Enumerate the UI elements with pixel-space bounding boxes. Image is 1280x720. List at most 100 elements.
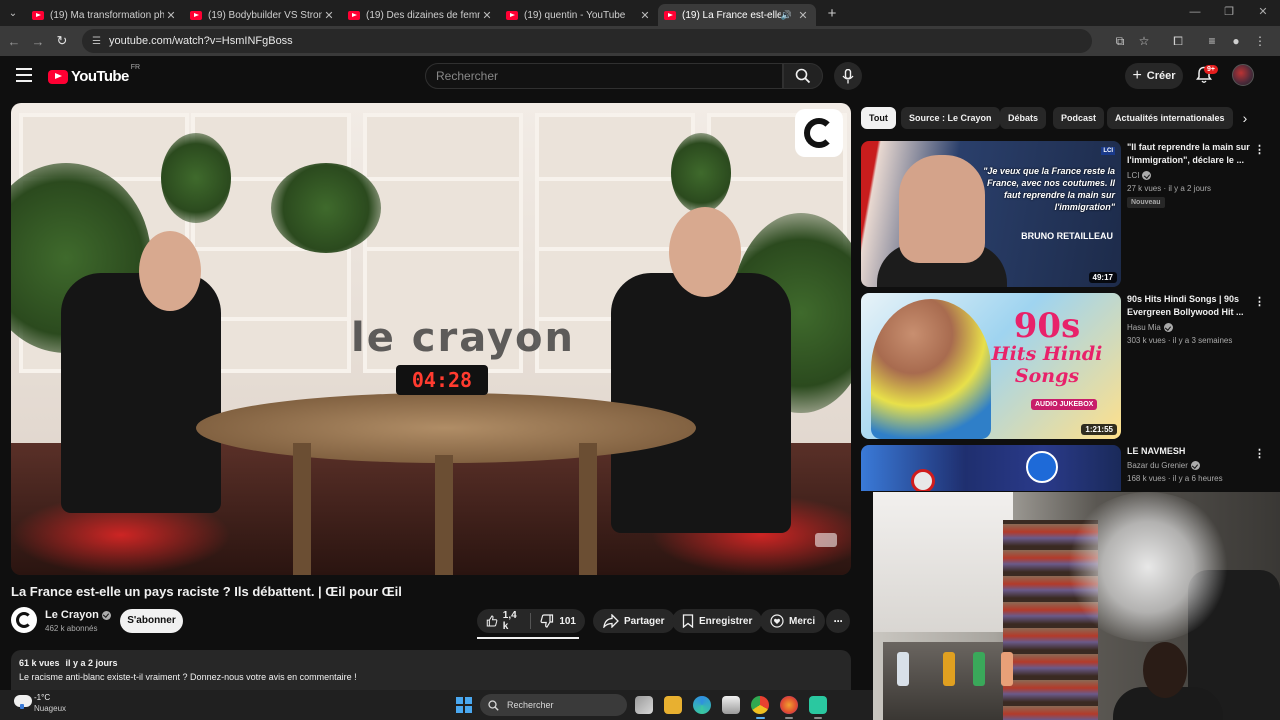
browser-tab[interactable]: (19) Des dizaines de femmes v ✕ (342, 4, 500, 26)
table-leg (435, 455, 453, 575)
url-text: youtube.com/watch?v=HsmINFgBoss (108, 35, 293, 47)
tab-close-icon[interactable]: ✕ (322, 9, 336, 22)
bookmark-star-icon[interactable]: ☆ (1132, 34, 1156, 48)
suggested-video[interactable]: LE NAVMESH Bazar du Grenier 168 k vues ·… (861, 445, 1267, 491)
create-button[interactable]: + Créer (1125, 63, 1183, 89)
media-control-icon[interactable]: ≡ (1200, 34, 1224, 48)
plus-icon: + (1132, 67, 1142, 84)
back-icon[interactable]: ← (2, 34, 26, 49)
plant (271, 163, 381, 253)
thanks-heart-icon (770, 614, 784, 628)
browser-tab[interactable]: (19) Bodybuilder VS Strongman ✕ (184, 4, 342, 26)
branding-icon[interactable] (815, 533, 837, 547)
channel-avatar[interactable] (11, 607, 37, 633)
taskbar-search[interactable]: Rechercher (480, 694, 627, 716)
url-field[interactable]: ☰ youtube.com/watch?v=HsmINFgBoss (82, 29, 1092, 53)
video-thumbnail[interactable]: 90s Hits Hindi Songs AUDIO JUKEBOX 1:21:… (861, 293, 1121, 439)
host-right (611, 273, 791, 533)
tab-search-icon[interactable]: ⌄ (0, 0, 26, 26)
subscribe-button[interactable]: S'abonner (120, 609, 183, 633)
chevron-right-icon[interactable]: › (1234, 107, 1256, 129)
tab-close-icon[interactable]: ✕ (638, 9, 652, 22)
account-avatar[interactable] (1232, 64, 1254, 86)
firefox-browser-icon[interactable] (780, 696, 798, 714)
bookmark-icon (682, 614, 694, 628)
forward-icon[interactable]: → (26, 34, 50, 49)
chip-debates[interactable]: Débats (1000, 107, 1047, 129)
webcam-bottle (897, 652, 909, 686)
tab-close-icon[interactable]: ✕ (796, 9, 810, 22)
youtube-favicon-icon (32, 10, 44, 20)
thumbnail-shape (911, 469, 935, 491)
tab-close-icon[interactable]: ✕ (480, 9, 494, 22)
browser-tab[interactable]: (19) Ma transformation physiq ✕ (26, 4, 184, 26)
suggested-video[interactable]: "Je veux que la France reste la France, … (861, 141, 1267, 291)
browser-menu-icon[interactable]: ⋮ (1248, 34, 1272, 48)
tab-close-icon[interactable]: ✕ (164, 9, 178, 22)
chip-international-news[interactable]: Actualités internationales (1107, 107, 1233, 129)
new-tab-icon[interactable]: + (820, 5, 844, 22)
suggestion-title[interactable]: 90s Hits Hindi Songs | 90s Evergreen Bol… (1127, 293, 1251, 319)
thumbnail-audio-badge: AUDIO JUKEBOX (1031, 399, 1098, 410)
webcam-person-face (1143, 642, 1187, 698)
suggestion-title[interactable]: "Il faut reprendre la main sur l'immigra… (1127, 141, 1251, 167)
browser-tab[interactable]: (19) quentin - YouTube ✕ (500, 4, 658, 26)
search-input[interactable]: Rechercher (425, 63, 783, 89)
youtube-logo[interactable]: YouTube FR (48, 64, 140, 85)
webcam-window (873, 492, 1013, 632)
more-actions-icon[interactable]: ··· (826, 609, 850, 633)
share-button[interactable]: Partager (593, 609, 675, 633)
suggestion-channel[interactable]: LCI (1127, 171, 1152, 181)
suggestion-title[interactable]: LE NAVMESH (1127, 445, 1251, 458)
thumbnail-text: 90s Hits Hindi Songs (981, 309, 1113, 387)
file-explorer-icon[interactable] (664, 696, 682, 714)
duration-badge: 49:17 (1088, 272, 1117, 283)
install-app-icon[interactable]: ⧉ (1108, 34, 1132, 49)
suggestion-channel-text: LCI (1127, 171, 1140, 180)
description-box[interactable]: 61 k vues il y a 2 jours Le racisme anti-… (11, 650, 851, 690)
chrome-browser-icon[interactable] (751, 696, 769, 714)
kebab-menu-icon[interactable]: ⋮ (1254, 295, 1265, 308)
edge-browser-icon[interactable] (693, 696, 711, 714)
microsoft-store-icon[interactable] (722, 696, 740, 714)
youtube-favicon-icon (506, 10, 518, 20)
dislike-count: 101 (559, 615, 576, 627)
extensions-icon[interactable]: ⧠ (1166, 34, 1190, 49)
suggestion-meta: 303 k vues · il y a 3 semaines (1127, 336, 1233, 345)
weather-temperature: -1°C (34, 693, 51, 702)
windows-start-icon[interactable] (456, 697, 472, 713)
minimize-icon[interactable]: — (1178, 0, 1212, 24)
video-thumbnail[interactable]: "Je veux que la France reste la France, … (861, 141, 1121, 287)
close-window-icon[interactable]: ✕ (1246, 0, 1280, 24)
reload-icon[interactable]: ↻ (50, 33, 74, 49)
suggestion-channel[interactable]: Hasu Mia (1127, 323, 1173, 333)
kebab-menu-icon[interactable]: ⋮ (1254, 143, 1265, 156)
menu-icon[interactable] (16, 68, 32, 82)
thanks-button[interactable]: Merci (760, 609, 826, 633)
video-thumbnail[interactable] (861, 445, 1121, 491)
like-button[interactable]: 1,4 k (477, 609, 530, 633)
save-button[interactable]: Enregistrer (672, 609, 763, 633)
voice-search-button[interactable] (834, 62, 862, 90)
suggestion-channel[interactable]: Bazar du Grenier (1127, 461, 1200, 471)
chip-source[interactable]: Source : Le Crayon (901, 107, 1000, 129)
profile-icon[interactable]: ● (1224, 34, 1248, 48)
maximize-icon[interactable]: ❐ (1212, 0, 1246, 24)
search-button[interactable] (783, 63, 823, 89)
chip-all[interactable]: Tout (861, 107, 896, 129)
speaker-icon[interactable]: 🔊 (781, 10, 792, 21)
channel-name[interactable]: Le Crayon (45, 609, 111, 621)
dislike-button[interactable]: 101 (531, 609, 585, 633)
browser-tab-active[interactable]: (19) La France est-elle un p 🔊 ✕ (658, 4, 816, 26)
site-info-icon[interactable]: ☰ (92, 36, 101, 47)
kebab-menu-icon[interactable]: ⋮ (1254, 447, 1265, 460)
channel-watermark[interactable] (795, 109, 843, 157)
suggestion-meta: 27 k vues · il y a 2 jours (1127, 184, 1212, 193)
suggested-video[interactable]: 90s Hits Hindi Songs AUDIO JUKEBOX 1:21:… (861, 293, 1267, 443)
video-player[interactable]: le crayon 04:28 (11, 103, 851, 575)
chat-app-icon[interactable] (809, 696, 827, 714)
task-view-icon[interactable] (635, 696, 653, 714)
weather-icon[interactable] (14, 695, 32, 709)
like-dislike-group: 1,4 k 101 (477, 609, 585, 633)
chip-podcast[interactable]: Podcast (1053, 107, 1105, 129)
